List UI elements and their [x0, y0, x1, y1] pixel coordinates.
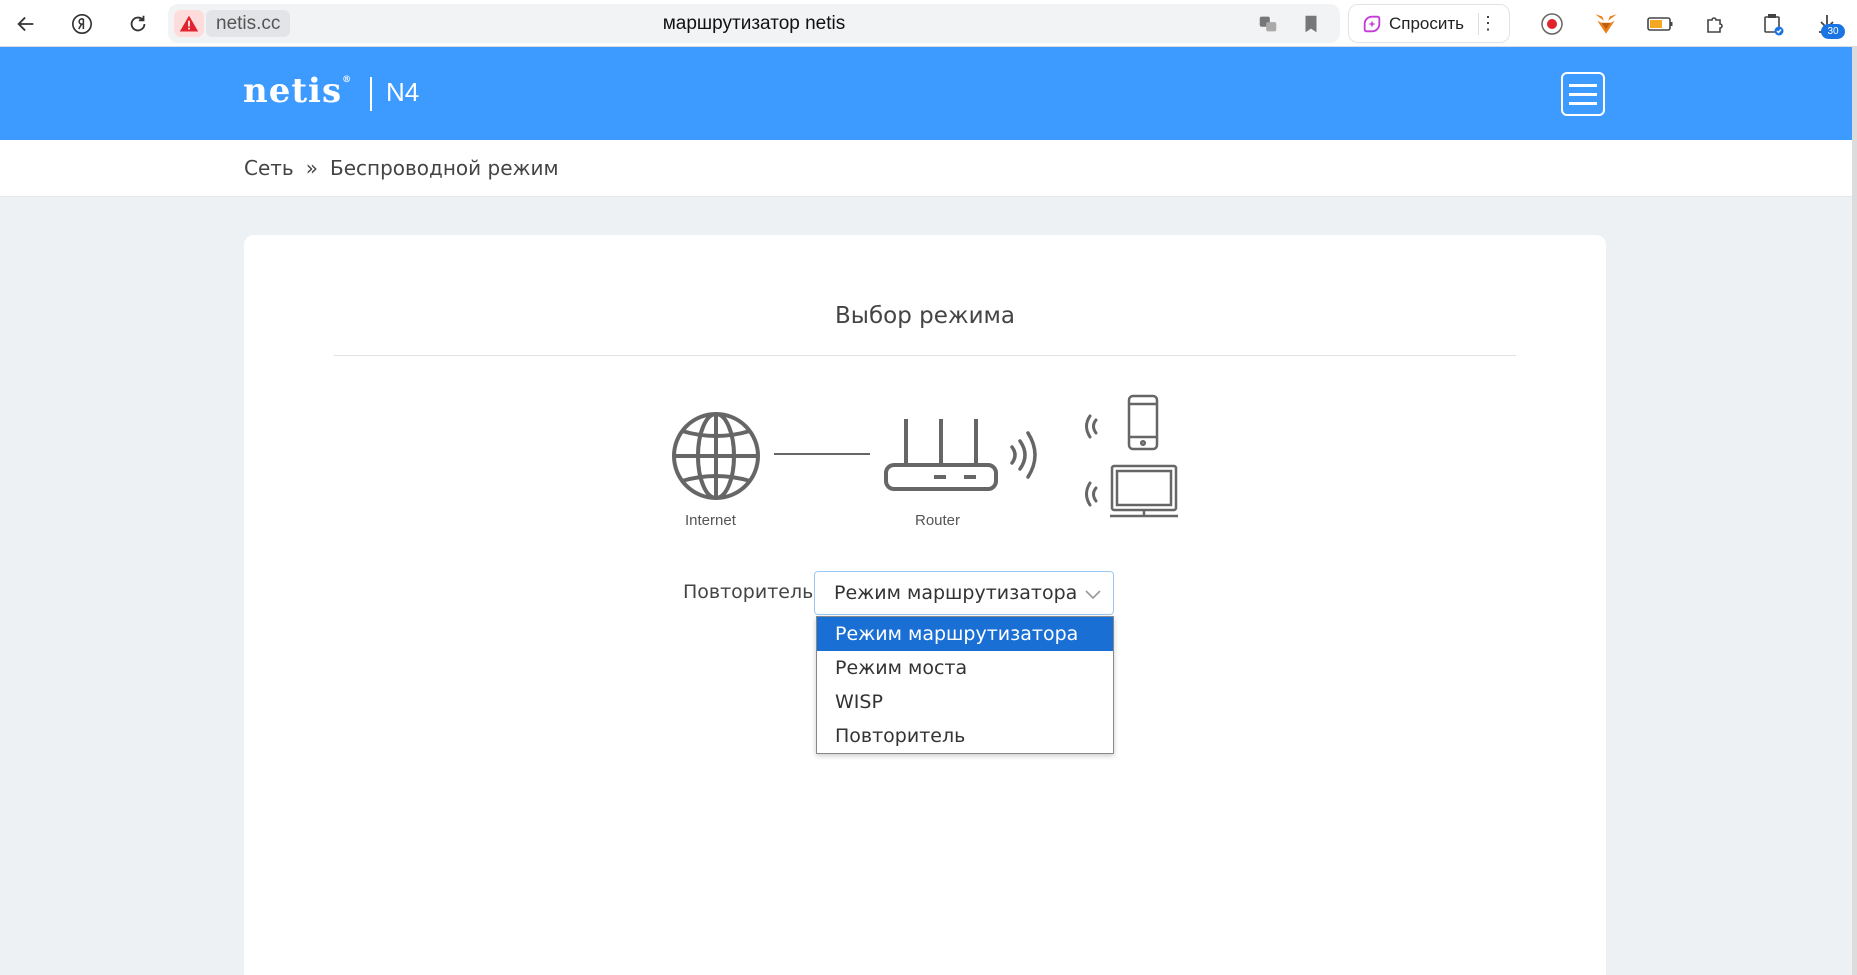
mode-selection-card: Выбор режима Internet Router Повторитель…: [244, 235, 1606, 975]
mode-option-router[interactable]: Режим маршрутизатора: [817, 617, 1113, 651]
mode-option-repeater[interactable]: Повторитель: [817, 719, 1113, 753]
address-bar[interactable]: netis.cc маршрутизатор netis: [168, 4, 1340, 43]
back-button[interactable]: [10, 8, 42, 40]
mode-option-bridge[interactable]: Режим моста: [817, 651, 1113, 685]
more-menu-icon[interactable]: ⋮: [1479, 14, 1497, 32]
wifi-signal-icon: [1085, 414, 1098, 439]
brand-mark: ®: [342, 75, 353, 85]
mode-option-wisp[interactable]: WISP: [817, 685, 1113, 719]
breadcrumb-item-wireless-mode: Беспроводной режим: [329, 156, 559, 180]
mode-select[interactable]: Режим маршрутизатора: [814, 571, 1114, 615]
puzzle-extension[interactable]: [1701, 10, 1729, 38]
battery-extension[interactable]: [1646, 10, 1674, 38]
bookmark-icon[interactable]: [1300, 13, 1322, 35]
router-label: Router: [915, 512, 961, 529]
router-led-icon: [964, 475, 976, 479]
computer-icon: [1110, 464, 1178, 518]
downloads-count-badge: 30: [1821, 24, 1845, 39]
alice-sparkle-icon: [1363, 15, 1381, 32]
screenshot-icon: [1764, 14, 1784, 36]
breadcrumb: Сеть » Беспроводной режим: [244, 156, 559, 180]
breadcrumb-separator: »: [305, 156, 318, 180]
mode-select-value: Режим маршрутизатора: [834, 582, 1078, 604]
yandex-button[interactable]: [66, 8, 98, 40]
puzzle-icon: [1707, 17, 1723, 33]
page-title: маршрутизатор netis: [662, 13, 846, 34]
logo-divider: [370, 77, 372, 111]
device-model: N4: [386, 77, 420, 107]
wifi-signal-icon: [1085, 481, 1098, 507]
network-diagram: [672, 394, 1178, 518]
wifi-signal-icon: [1010, 431, 1037, 479]
battery-icon: [1647, 17, 1673, 31]
netis-logo[interactable]: netis®: [243, 71, 352, 111]
chevron-down-icon: [1085, 590, 1101, 600]
hamburger-menu-button[interactable]: [1561, 72, 1605, 116]
mode-field-label: Повторитель: [683, 581, 814, 603]
brand-name: netis: [243, 71, 343, 111]
fox-icon: [1595, 14, 1617, 34]
router-led-icon: [934, 475, 946, 479]
browser-toolbar: netis.cc маршрутизатор netis Спросить ⋮ …: [0, 0, 1857, 47]
back-arrow-icon: [17, 16, 34, 32]
breadcrumb-item-network[interactable]: Сеть: [244, 156, 294, 180]
globe-icon: [672, 412, 760, 500]
ask-alice-button[interactable]: Спросить ⋮: [1348, 4, 1510, 43]
record-icon: [1541, 13, 1563, 35]
metamask-extension[interactable]: [1592, 10, 1620, 38]
ask-label: Спросить: [1389, 13, 1465, 33]
app-header: netis® N4: [0, 47, 1852, 140]
translate-icon[interactable]: [1257, 13, 1279, 35]
scrollbar[interactable]: [1852, 47, 1857, 975]
record-extension[interactable]: [1538, 10, 1566, 38]
breadcrumb-bar: Сеть » Беспроводной режим: [0, 140, 1852, 197]
mode-select-dropdown: Режим маршрутизатора Режим моста WISP По…: [816, 616, 1114, 754]
internet-label: Internet: [685, 512, 736, 529]
yandex-logo-icon: [72, 14, 92, 34]
phone-icon: [1127, 394, 1159, 451]
hamburger-icon: [1569, 83, 1597, 87]
screenshot-extension[interactable]: [1759, 10, 1787, 38]
reload-button[interactable]: [122, 8, 154, 40]
reload-icon: [130, 15, 146, 32]
